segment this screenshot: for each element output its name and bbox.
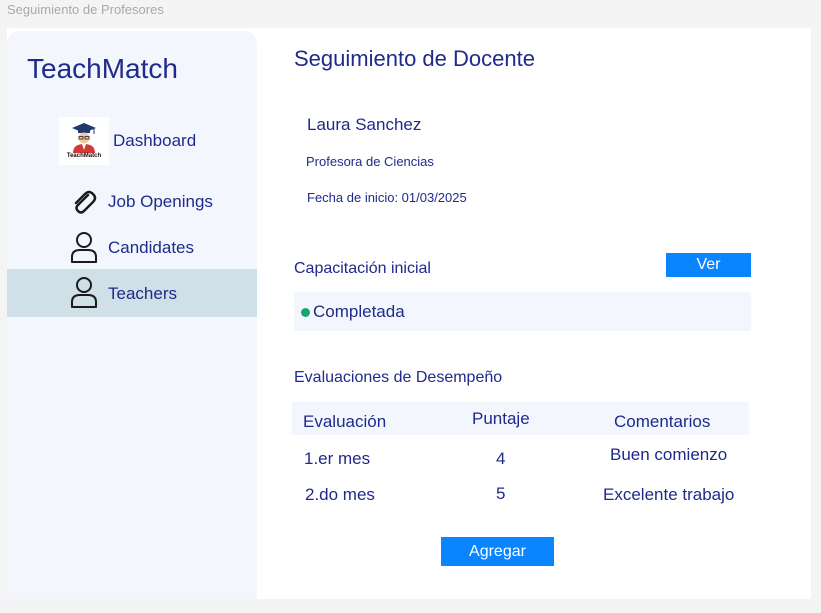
score-cell: 4 (496, 449, 506, 468)
app-frame: TeachMatch TeachMatch Dashboard Job Open… (7, 28, 811, 599)
paperclip-icon (67, 186, 99, 218)
sidebar: TeachMatch TeachMatch Dashboard Job Open… (7, 31, 257, 599)
person-icon (68, 231, 100, 263)
teacher-role: Profesora de Ciencias (306, 154, 434, 169)
teacher-name: Laura Sanchez (307, 115, 422, 134)
score-cell: 5 (496, 484, 506, 503)
column-header-score: Puntaje (472, 409, 530, 428)
status-dot-icon (301, 308, 310, 317)
sidebar-item-job-openings[interactable]: Job Openings (7, 178, 257, 226)
training-label: Capacitación inicial (294, 260, 431, 277)
sidebar-item-dashboard[interactable]: Dashboard (113, 131, 196, 151)
column-header-evaluation: Evaluación (303, 412, 387, 431)
sidebar-item-candidates[interactable]: Candidates (7, 224, 257, 272)
page-title: Seguimiento de Docente (294, 46, 535, 71)
view-button[interactable]: Ver (666, 253, 751, 277)
person-icon (68, 276, 100, 308)
teacher-start-date: Fecha de inicio: 01/03/2025 (307, 190, 467, 205)
training-status-row: Completada (294, 292, 751, 331)
teachmatch-logo-icon[interactable]: TeachMatch (59, 117, 109, 165)
window-title: Seguimiento de Profesores (7, 2, 164, 17)
sidebar-item-label: Teachers (108, 284, 177, 303)
add-button[interactable]: Agregar (441, 537, 554, 566)
table-header: Evaluación Puntaje Comentarios (292, 402, 749, 435)
brand-title: TeachMatch (27, 53, 178, 84)
logo-text: TeachMatch (66, 153, 102, 159)
training-status: Completada (313, 302, 405, 321)
comment-cell: Excelente trabajo (603, 485, 735, 504)
column-header-comments: Comentarios (614, 412, 711, 431)
comment-cell: Buen comienzo (610, 445, 728, 464)
sidebar-item-label: Job Openings (108, 192, 213, 211)
evaluation-cell: 2.do mes (305, 485, 375, 504)
sidebar-item-label: Candidates (108, 238, 195, 257)
evaluations-title: Evaluaciones de Desempeño (294, 369, 503, 386)
sidebar-item-teachers[interactable]: Teachers (7, 269, 257, 317)
evaluation-cell: 1.er mes (304, 449, 371, 468)
